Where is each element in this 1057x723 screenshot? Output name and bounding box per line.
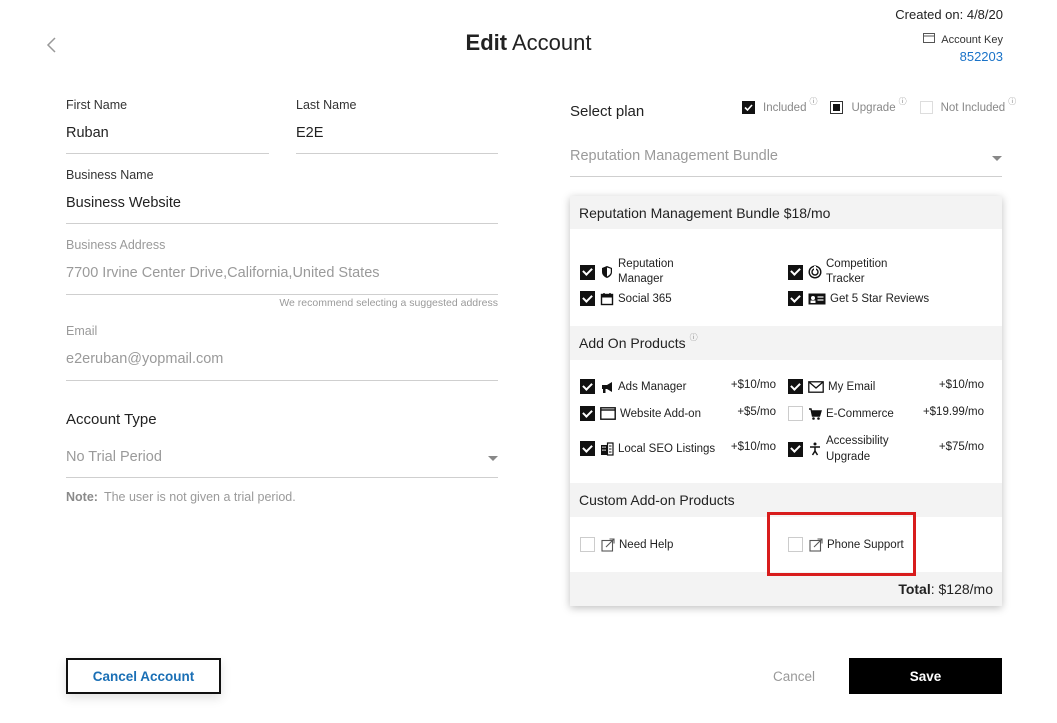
created-date: Created on: 4/8/20 xyxy=(895,7,1003,22)
checkbox[interactable] xyxy=(788,264,803,280)
accessibility-icon xyxy=(808,442,822,456)
plan-underline xyxy=(570,176,1002,177)
megaphone-icon xyxy=(600,380,614,394)
last-name-underline xyxy=(296,153,498,154)
info-icon[interactable]: ⓘ xyxy=(1008,96,1016,107)
account-type-select[interactable]: No Trial Period xyxy=(66,449,162,465)
plan-caret-icon[interactable] xyxy=(992,156,1002,161)
info-icon[interactable]: ⓘ xyxy=(690,332,698,343)
first-name-input[interactable]: Ruban xyxy=(66,125,109,141)
business-name-input[interactable]: Business Website xyxy=(66,195,181,211)
last-name-input[interactable]: E2E xyxy=(296,125,323,141)
addon-my-email-price: +$10/mo xyxy=(938,379,984,391)
email-underline xyxy=(66,380,498,381)
business-address-underline xyxy=(66,294,498,295)
account-key-value[interactable]: 852203 xyxy=(960,49,1003,64)
checkbox[interactable] xyxy=(788,291,803,306)
monitor-icon xyxy=(600,407,616,421)
custom-need-help[interactable]: Need Help xyxy=(580,537,673,552)
cancel-account-button[interactable]: Cancel Account xyxy=(66,658,221,694)
info-icon[interactable]: ⓘ xyxy=(899,96,907,107)
last-name-label: Last Name xyxy=(296,98,357,112)
addon-ads-manager-price: +$10/mo xyxy=(730,379,776,391)
addon-website-price: +$5/mo xyxy=(737,406,776,418)
checkbox[interactable] xyxy=(580,406,595,421)
not-included-checkbox-icon xyxy=(919,101,933,114)
envelope-icon xyxy=(808,380,824,394)
bundle-item-reputation-manager[interactable]: Reputation Manager xyxy=(580,257,688,287)
addon-local-seo[interactable]: Local SEO Listings xyxy=(580,441,715,456)
checkbox[interactable] xyxy=(580,379,595,394)
calendar-icon xyxy=(600,292,614,306)
legend-upgrade: Upgrade ⓘ xyxy=(830,97,907,114)
included-checkbox-icon xyxy=(742,101,755,114)
checkbox[interactable] xyxy=(788,441,803,457)
upgrade-checkbox-icon xyxy=(830,101,844,114)
cart-icon xyxy=(808,407,822,421)
account-type-caret-icon[interactable] xyxy=(488,456,498,461)
bundle-item-competition-tracker[interactable]: Competition Tracker xyxy=(788,257,896,287)
addon-ecommerce-price: +$19.99/mo xyxy=(922,406,984,418)
checkbox[interactable] xyxy=(580,291,595,306)
business-address-input[interactable]: 7700 Irvine Center Drive,California,Unit… xyxy=(66,265,380,281)
bundle-item-get-5-star-reviews[interactable]: Get 5 Star Reviews xyxy=(788,291,929,306)
legend-not-included: Not Included ⓘ xyxy=(919,97,1016,114)
business-name-label: Business Name xyxy=(66,168,154,182)
review-card-icon xyxy=(808,292,826,306)
first-name-label: First Name xyxy=(66,98,128,112)
addon-accessibility[interactable]: Accessibility Upgrade xyxy=(788,433,896,465)
account-type-heading: Account Type xyxy=(66,411,157,428)
checkbox[interactable] xyxy=(580,537,595,552)
first-name-underline xyxy=(66,153,269,154)
account-key-label: Account Key xyxy=(923,33,1003,46)
legend-included: Included ⓘ xyxy=(742,97,817,114)
checkbox[interactable] xyxy=(788,379,803,394)
highlight-box xyxy=(767,512,916,576)
email-label: Email xyxy=(66,324,98,338)
trial-note: Note: The user is not given a trial perio… xyxy=(66,490,296,504)
radar-icon xyxy=(808,265,822,279)
addon-accessibility-price: +$75/mo xyxy=(938,441,984,453)
addon-my-email[interactable]: My Email xyxy=(788,379,875,394)
business-address-label: Business Address xyxy=(66,238,166,252)
save-button[interactable]: Save xyxy=(849,658,1002,694)
address-hint: We recommend selecting a suggested addre… xyxy=(279,297,498,309)
checkbox[interactable] xyxy=(788,406,803,421)
card-icon xyxy=(923,33,936,46)
select-plan-label: Select plan xyxy=(570,103,645,120)
checkbox[interactable] xyxy=(580,441,595,456)
plan-legend: Included ⓘ Upgrade ⓘ Not Included ⓘ xyxy=(742,97,1029,114)
external-link-icon xyxy=(601,537,615,552)
shield-icon xyxy=(600,265,614,279)
info-icon[interactable]: ⓘ xyxy=(809,96,817,107)
addon-ecommerce[interactable]: E-Commerce xyxy=(788,406,894,421)
total-row: Total: $128/mo xyxy=(570,572,1002,606)
addon-website[interactable]: Website Add-on xyxy=(580,406,701,421)
cancel-button[interactable]: Cancel xyxy=(760,658,828,694)
checkbox[interactable] xyxy=(580,264,595,280)
page-title: Edit Account xyxy=(465,30,592,55)
building-icon xyxy=(600,441,614,456)
plan-select[interactable]: Reputation Management Bundle xyxy=(570,148,778,164)
bundle-heading: Reputation Management Bundle $18/mo xyxy=(570,196,1002,229)
business-name-underline xyxy=(66,223,498,224)
addon-local-seo-price: +$10/mo xyxy=(730,441,776,453)
account-type-underline xyxy=(66,477,498,478)
addon-ads-manager[interactable]: Ads Manager xyxy=(580,379,686,394)
bundle-item-social-365[interactable]: Social 365 xyxy=(580,291,672,306)
email-input[interactable]: e2eruban@yopmail.com xyxy=(66,351,223,367)
addons-heading: Add On Products ⓘ xyxy=(570,326,1002,360)
